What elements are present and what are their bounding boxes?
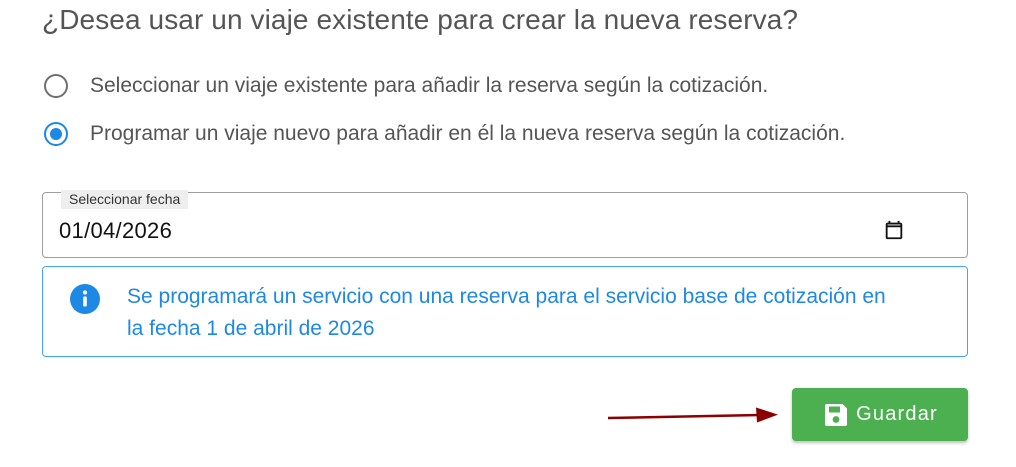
date-field-label: Seleccionar fecha	[61, 190, 189, 209]
save-button[interactable]: Guardar	[792, 388, 968, 441]
radio-new-trip[interactable]	[44, 122, 68, 146]
option-new-trip[interactable]: Programar un viaje nuevo para añadir en …	[44, 122, 845, 146]
date-field-value[interactable]: 01/04/2026	[59, 218, 172, 244]
date-field[interactable]: Seleccionar fecha 01/04/2026	[42, 190, 968, 258]
calendar-icon[interactable]	[883, 219, 905, 241]
save-button-label[interactable]: Guardar	[856, 403, 938, 426]
info-icon	[70, 284, 100, 314]
info-alert-text: Se programará un servicio con una reserv…	[127, 285, 886, 340]
reservation-page: ¿Desea usar un viaje existente para crea…	[0, 0, 1016, 467]
radio-existing-trip[interactable]	[44, 74, 68, 98]
question-heading: ¿Desea usar un viaje existente para crea…	[42, 4, 799, 35]
option-existing-trip[interactable]: Seleccionar un viaje existente para añad…	[44, 74, 768, 98]
save-icon	[825, 403, 848, 426]
option-existing-trip-label[interactable]: Seleccionar un viaje existente para añad…	[90, 74, 768, 98]
info-alert: Se programará un servicio con una reserv…	[42, 266, 968, 357]
option-new-trip-label[interactable]: Programar un viaje nuevo para añadir en …	[90, 122, 845, 146]
annotation-arrow	[607, 407, 778, 423]
